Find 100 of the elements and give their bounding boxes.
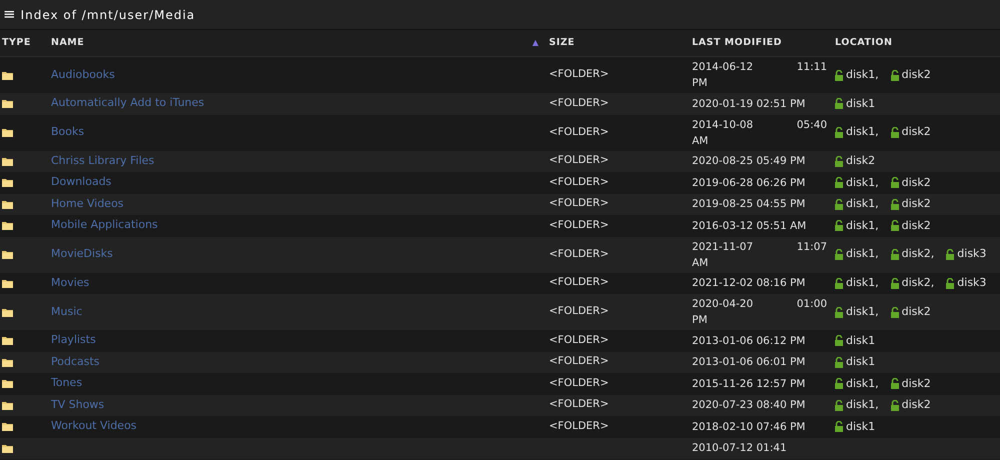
sort-arrow-icon[interactable]: ▲ <box>532 37 539 49</box>
disk-label: disk1, <box>846 397 879 413</box>
folder-link[interactable]: Automatically Add to iTunes <box>51 96 204 110</box>
unlocked-icon <box>835 421 843 432</box>
menu-icon[interactable]: ≡ <box>3 7 16 22</box>
folder-size: <FOLDER> <box>549 96 609 109</box>
unlocked-icon <box>835 127 843 138</box>
disk-label: disk2 <box>846 153 876 169</box>
modified-date: 2014-06-12 11:11 PM <box>692 60 827 91</box>
folder-icon <box>2 400 13 410</box>
folder-link[interactable]: Home Videos <box>51 196 124 210</box>
modified-date: 2013-01-06 06:12 PM <box>692 334 806 349</box>
folder-size: <FOLDER> <box>549 218 609 231</box>
page-title: Index of /mnt/user/Media <box>20 6 196 24</box>
modified-date: 2020-04-20 01:00 PM <box>692 297 827 328</box>
disk-label: disk3 <box>957 246 986 262</box>
modified-date: 2018-02-10 07:46 PM <box>692 420 806 435</box>
folder-size: <FOLDER> <box>549 248 609 260</box>
unlocked-icon <box>835 177 843 188</box>
disk-label: disk1 <box>846 354 876 370</box>
unlocked-icon <box>890 177 899 188</box>
disk-label: disk2, <box>902 275 934 291</box>
disk-label: disk1 <box>846 332 876 348</box>
column-header[interactable]: LAST MODIFIED <box>692 36 835 50</box>
folder-link[interactable]: Books <box>51 125 84 138</box>
unlocked-icon <box>890 70 899 80</box>
folder-icon <box>2 308 13 316</box>
unlocked-icon <box>946 278 954 289</box>
disk-label: disk2 <box>902 124 931 140</box>
unlocked-icon <box>890 220 899 232</box>
unlocked-icon <box>890 278 899 289</box>
column-header[interactable]: SIZE <box>549 36 692 50</box>
modified-date: 2013-01-06 06:01 PM <box>692 355 806 370</box>
unlocked-icon <box>890 378 899 390</box>
column-header[interactable]: NAME <box>51 36 532 50</box>
folder-size: <FOLDER> <box>549 154 609 166</box>
folder-icon <box>2 379 13 388</box>
folder-size: <FOLDER> <box>549 197 609 210</box>
unlocked-icon <box>835 156 843 167</box>
column-header[interactable]: LOCATION <box>835 36 1000 50</box>
folder-size: <FOLDER> <box>549 176 609 188</box>
modified-date: 2021-12-02 08:16 PM <box>692 276 806 292</box>
folder-link[interactable]: Workout Videos <box>51 419 137 432</box>
folder-link[interactable]: Audiobooks <box>51 68 115 81</box>
disk-label: disk1, <box>846 124 879 140</box>
folder-size: <FOLDER> <box>549 305 609 318</box>
disk-label: disk1, <box>846 174 879 190</box>
folder-link[interactable]: Podcasts <box>51 354 100 368</box>
unlocked-icon <box>835 306 843 318</box>
disk-label: disk1, <box>846 304 879 320</box>
folder-link[interactable]: Mobile Applications <box>51 218 158 232</box>
disk-label: disk3 <box>957 275 986 291</box>
folder-icon <box>2 250 13 259</box>
folder-size: <FOLDER> <box>549 355 609 368</box>
disk-label: disk1, <box>846 246 879 262</box>
folder-link[interactable]: MovieDisks <box>51 247 113 260</box>
disk-label: disk2 <box>902 174 931 190</box>
column-header[interactable]: TYPE <box>2 36 51 50</box>
folder-icon <box>2 422 13 432</box>
folder-size: <FOLDER> <box>549 126 609 138</box>
unlocked-icon <box>890 127 899 138</box>
unlocked-icon <box>890 198 899 210</box>
modified-date: 2020-01-19 02:51 PM <box>692 96 806 112</box>
unlocked-icon <box>946 249 954 260</box>
unlocked-icon <box>835 220 843 232</box>
unlocked-icon <box>835 400 843 411</box>
unlocked-icon <box>890 306 899 318</box>
folder-link[interactable]: Downloads <box>51 175 112 188</box>
folder-icon <box>2 128 13 137</box>
folder-link[interactable]: Music <box>51 304 82 318</box>
folder-icon <box>2 278 13 288</box>
folder-link[interactable]: Playlists <box>51 333 96 346</box>
folder-link[interactable]: TV Shows <box>51 398 104 411</box>
disk-label: disk2 <box>902 304 931 320</box>
folder-size: <FOLDER> <box>549 398 609 410</box>
modified-date: 2014-10-08 05:40 AM <box>692 118 827 148</box>
folder-link[interactable]: Chriss Library Files <box>51 154 154 167</box>
folder-size: <FOLDER> <box>549 276 609 288</box>
folder-size: <FOLDER> <box>549 376 609 389</box>
disk-label: disk2 <box>902 376 931 392</box>
folder-icon <box>2 200 13 209</box>
unlocked-icon <box>835 278 843 289</box>
folder-size: <FOLDER> <box>549 334 609 346</box>
modified-date: 2020-08-25 05:49 PM <box>692 154 806 170</box>
folder-size: <FOLDER> <box>549 68 609 80</box>
folder-link[interactable]: Tones <box>51 376 82 390</box>
disk-label: disk1, <box>846 218 879 234</box>
modified-date: 2019-06-28 06:26 PM <box>692 176 806 191</box>
modified-date: 2010-07-12 01:41 <box>692 441 788 456</box>
unlocked-icon <box>835 249 843 260</box>
modified-date: 2021-11-07 11:07 AM <box>692 240 827 270</box>
folder-link[interactable]: Movies <box>51 276 90 289</box>
unlocked-icon <box>835 70 843 80</box>
disk-label: disk1, <box>846 275 879 291</box>
unlocked-icon <box>835 198 843 210</box>
modified-date: 2015-11-26 12:57 PM <box>692 376 806 392</box>
disk-label: disk2 <box>902 66 931 83</box>
folder-icon <box>2 444 13 453</box>
folder-icon <box>2 178 13 188</box>
modified-date: 2020-07-23 08:40 PM <box>692 398 806 414</box>
